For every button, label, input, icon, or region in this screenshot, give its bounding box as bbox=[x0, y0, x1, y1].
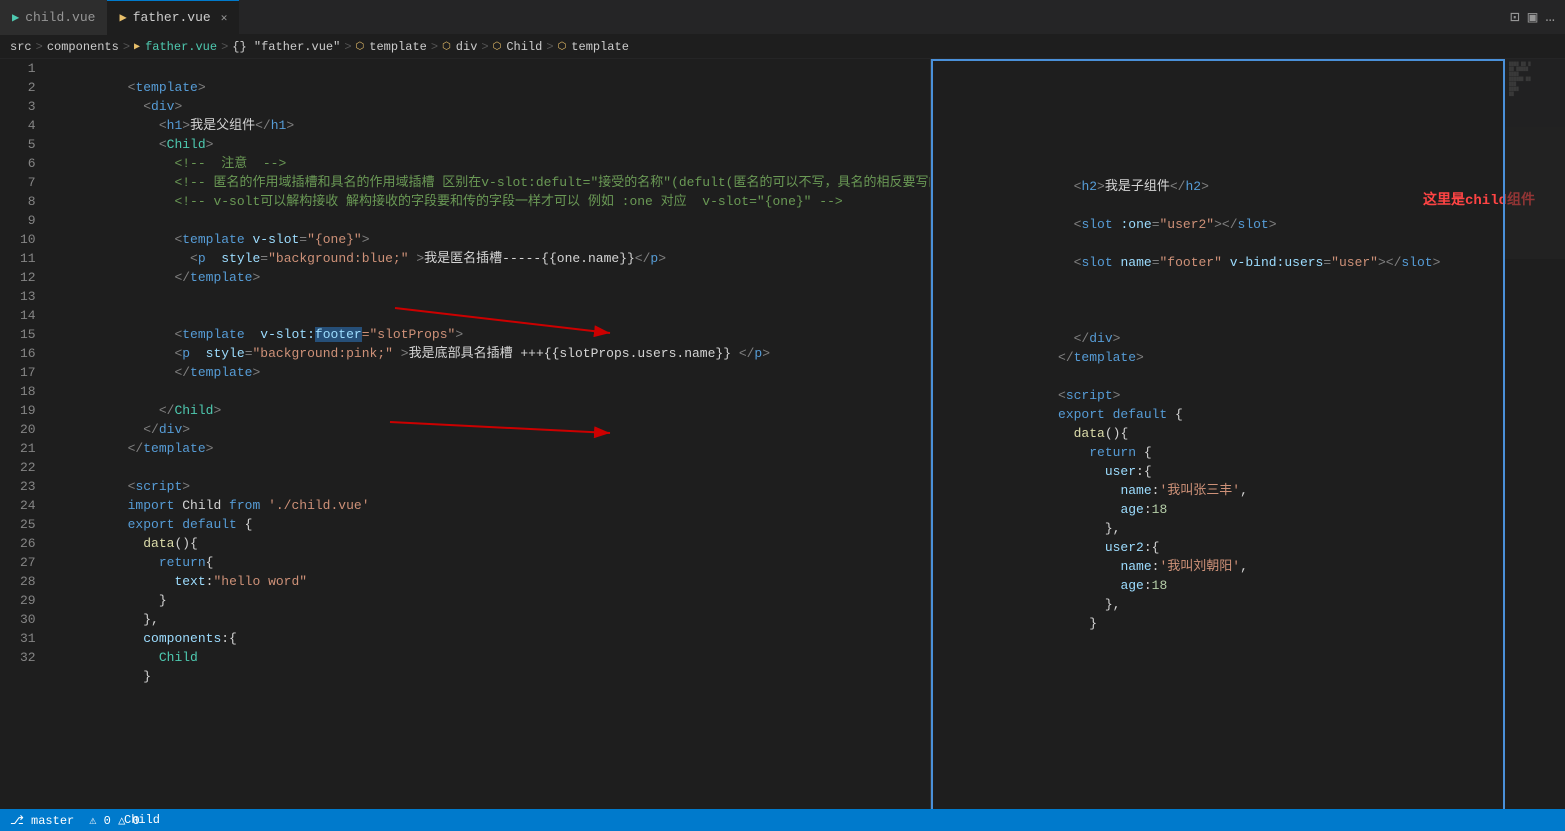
bc-icon-div: ⬡ bbox=[442, 41, 451, 53]
main-area: 12345 678910 1112131415 1617181920 21222… bbox=[0, 59, 1565, 831]
bc-components: components bbox=[47, 40, 119, 54]
tab-bar: ▶ child.vue ▶ father.vue ✕ ⊡ ▣ … bbox=[0, 0, 1565, 35]
tab-bar-actions: ⊡ ▣ … bbox=[1510, 7, 1565, 27]
bc-sep-4: > bbox=[344, 40, 351, 54]
bc-template2: template bbox=[571, 40, 629, 54]
tab-label-child: child.vue bbox=[25, 10, 95, 25]
bc-div: div bbox=[456, 40, 478, 54]
vue-icon-father: ▶ bbox=[119, 10, 126, 25]
status-child-label: Child bbox=[124, 813, 160, 827]
bc-icon-template2: ⬡ bbox=[558, 41, 567, 53]
breadcrumb: src > components > ▶ father.vue > {} "fa… bbox=[0, 35, 1565, 59]
code-line: components:{ bbox=[50, 610, 930, 629]
editor-right[interactable]: <h2>我是子组件</h2> <slot :one="user2"></slot… bbox=[930, 59, 1565, 831]
tab-close-button[interactable]: ✕ bbox=[221, 11, 228, 25]
bc-icon-template1: ⬡ bbox=[356, 41, 365, 53]
bc-icon-child: ⬡ bbox=[493, 41, 502, 53]
bc-sep-6: > bbox=[481, 40, 488, 54]
status-branch: ⎇ master bbox=[10, 813, 74, 828]
bc-sep-3: > bbox=[221, 40, 228, 54]
line-numbers: 12345 678910 1112131415 1617181920 21222… bbox=[0, 59, 46, 831]
minimap: ████ ██ ███ ███████████████ ███████████ bbox=[1505, 59, 1565, 259]
bc-src: src bbox=[10, 40, 32, 54]
code-line: <template> bbox=[50, 59, 930, 78]
code-lines-left: <template> <div> <h1>我是父组件</h1> <Child> bbox=[46, 59, 930, 831]
code-line: <template v-slot:footer="slotProps"> bbox=[50, 306, 930, 325]
code-lines-right: <h2>我是子组件</h2> <slot :one="user2"></slot… bbox=[976, 63, 1565, 831]
bc-template1: template bbox=[369, 40, 427, 54]
bc-obj: {} "father.vue" bbox=[232, 40, 340, 54]
code-line: </Child> bbox=[50, 382, 930, 401]
tab-child-vue[interactable]: ▶ child.vue bbox=[0, 0, 107, 35]
tab-father-vue[interactable]: ▶ father.vue ✕ bbox=[107, 0, 239, 35]
code-line: <template v-slot="{one}"> bbox=[50, 211, 930, 230]
code-line: <script> bbox=[980, 367, 1565, 386]
vue-icon-child: ▶ bbox=[12, 10, 19, 25]
code-line bbox=[50, 287, 930, 306]
code-line: <slot name="footer" v-bind:users="user">… bbox=[980, 234, 1565, 253]
code-line: <h2>我是子组件</h2> bbox=[980, 158, 1565, 177]
bc-sep-1: > bbox=[36, 40, 43, 54]
code-line: </div> bbox=[980, 310, 1565, 329]
code-line: }, bbox=[50, 591, 930, 610]
bc-child: Child bbox=[506, 40, 542, 54]
layout-icon[interactable]: ▣ bbox=[1528, 7, 1538, 27]
tab-label-father: father.vue bbox=[133, 10, 211, 25]
split-editor-icon[interactable]: ⊡ bbox=[1510, 7, 1520, 27]
bc-sep-2: > bbox=[123, 40, 130, 54]
editor-left[interactable]: 12345 678910 1112131415 1617181920 21222… bbox=[0, 59, 930, 831]
bc-sep-5: > bbox=[431, 40, 438, 54]
code-line: <script> bbox=[50, 458, 930, 477]
bc-icon-father: ▶ bbox=[134, 41, 140, 53]
bc-father: father.vue bbox=[145, 40, 217, 54]
more-icon[interactable]: … bbox=[1545, 8, 1555, 26]
bc-sep-7: > bbox=[546, 40, 553, 54]
status-bar: ⎇ master ⚠ 0 △ 0 Child bbox=[0, 809, 1565, 831]
line-numbers-right bbox=[931, 63, 976, 831]
